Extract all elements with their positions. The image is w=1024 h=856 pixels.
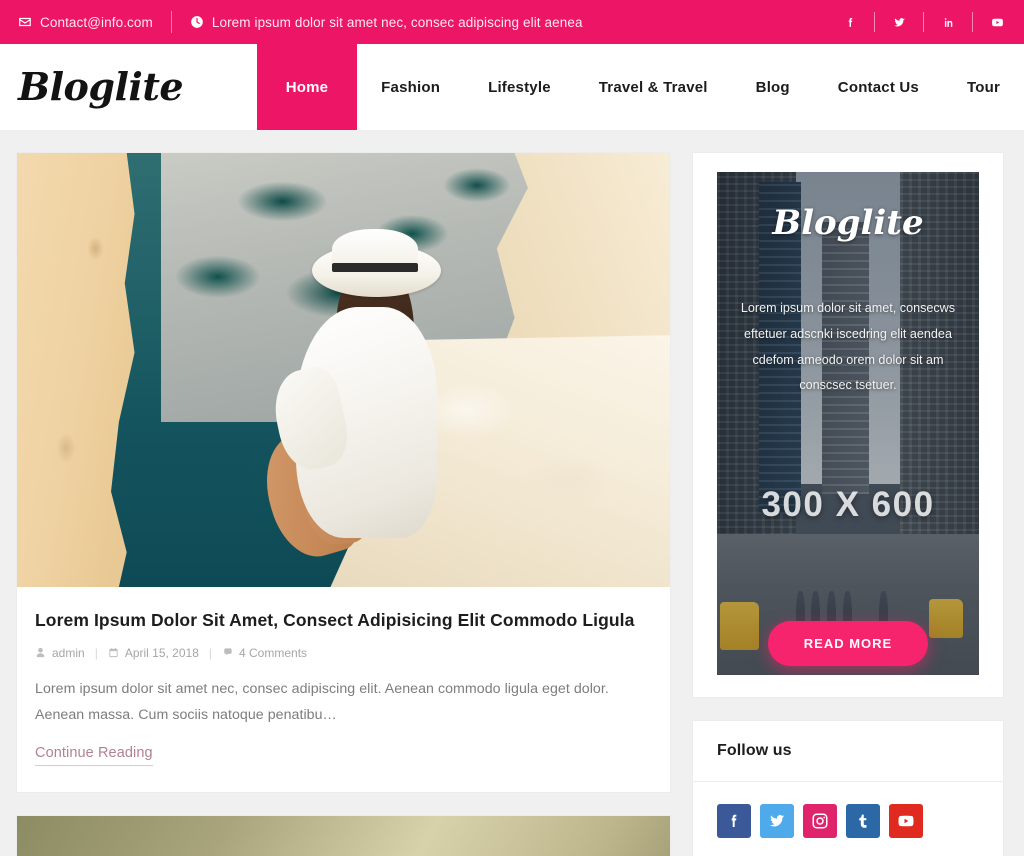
ad-logo: Bloglite <box>772 203 924 243</box>
nav-item-blog[interactable]: Blog <box>732 44 814 130</box>
follow-us-header: Follow us <box>693 721 1003 782</box>
topbar-social-divider <box>923 12 924 32</box>
follow-us-widget: Follow us <box>692 720 1004 856</box>
linkedin-icon <box>944 17 952 27</box>
social-buttons <box>717 804 979 838</box>
nav-item-fashion[interactable]: Fashion <box>357 44 464 130</box>
post-title[interactable]: Lorem Ipsum Dolor Sit Amet, Consect Adip… <box>35 609 652 633</box>
nav-item-tour[interactable]: Tour <box>943 44 1024 130</box>
follow-us-body <box>693 782 1003 856</box>
page-body: Lorem Ipsum Dolor Sit Amet, Consect Adip… <box>0 130 1024 856</box>
ad-text: Lorem ipsum dolor sit amet, consecws eft… <box>740 301 956 393</box>
ad-size-label: 300 X 600 <box>761 485 935 525</box>
post-featured-image[interactable] <box>17 153 670 587</box>
facebook-icon <box>731 814 737 827</box>
facebook-icon <box>848 17 852 27</box>
instagram-icon <box>812 813 828 829</box>
follow-twitter-button[interactable] <box>760 804 794 838</box>
twitter-icon <box>893 17 905 26</box>
post-author[interactable]: admin <box>35 646 85 660</box>
topbar-youtube-link[interactable] <box>984 16 1010 29</box>
envelope-icon <box>18 15 32 29</box>
ad-widget: Bloglite Lorem ipsum dolor sit amet, con… <box>692 152 1004 698</box>
twitter-icon <box>769 815 785 827</box>
clock-icon <box>190 15 204 29</box>
post-meta: admin | April 15, 2018 | 4 Comments <box>35 646 652 660</box>
meta-separator: | <box>94 645 98 660</box>
nav-item-contact-us[interactable]: Contact Us <box>814 44 943 130</box>
continue-reading-link[interactable]: Continue Reading <box>35 745 153 767</box>
topbar-linkedin-link[interactable] <box>935 16 961 29</box>
hero-photo <box>17 153 670 587</box>
hat-band-shape <box>331 263 418 272</box>
youtube-icon <box>991 18 1003 26</box>
contact-email[interactable]: Contact@info.com <box>18 15 153 30</box>
top-bar: Contact@info.com Lorem ipsum dolor sit a… <box>0 0 1024 44</box>
post-card-next <box>16 815 671 856</box>
topbar-twitter-link[interactable] <box>886 16 912 29</box>
nav-item-travel[interactable]: Travel & Travel <box>575 44 732 130</box>
nav-item-home[interactable]: Home <box>256 44 358 130</box>
sidebar: Bloglite Lorem ipsum dolor sit amet, con… <box>692 152 1004 856</box>
follow-instagram-button[interactable] <box>803 804 837 838</box>
top-bar-left: Contact@info.com Lorem ipsum dolor sit a… <box>18 11 837 33</box>
follow-tumblr-button[interactable] <box>846 804 880 838</box>
tumblr-icon <box>859 814 867 828</box>
read-more-button[interactable]: READ MORE <box>767 621 929 667</box>
topbar-notice: Lorem ipsum dolor sit amet nec, consec a… <box>190 15 583 30</box>
topbar-facebook-link[interactable] <box>837 16 863 29</box>
calendar-icon <box>108 647 119 658</box>
main-navigation: Home Fashion Lifestyle Travel & Travel B… <box>256 44 1024 130</box>
meta-separator: | <box>208 645 212 660</box>
post-comments[interactable]: 4 Comments <box>222 646 307 660</box>
ad-banner[interactable]: Bloglite Lorem ipsum dolor sit amet, con… <box>717 172 979 675</box>
post-body: Lorem Ipsum Dolor Sit Amet, Consect Adip… <box>17 587 670 792</box>
post-excerpt: Lorem ipsum dolor sit amet nec, consec a… <box>35 680 609 723</box>
site-header: Bloglite Home Fashion Lifestyle Travel &… <box>0 44 1024 130</box>
nav-item-lifestyle[interactable]: Lifestyle <box>464 44 575 130</box>
follow-us-title: Follow us <box>717 742 792 759</box>
post-date-text: April 15, 2018 <box>124 645 199 660</box>
woman-figure <box>253 228 461 566</box>
user-icon <box>35 647 46 658</box>
site-logo[interactable]: Bloglite <box>18 68 184 106</box>
topbar-social-divider <box>972 12 973 32</box>
top-bar-socials <box>837 12 1010 32</box>
main-content: Lorem Ipsum Dolor Sit Amet, Consect Adip… <box>16 152 671 856</box>
post-comments-count: 4 Comments <box>239 645 308 660</box>
topbar-divider <box>170 11 172 33</box>
comment-icon <box>222 647 233 658</box>
youtube-icon <box>898 815 914 827</box>
topbar-notice-text: Lorem ipsum dolor sit amet nec, consec a… <box>211 14 583 30</box>
post-featured-image-next[interactable] <box>17 816 670 856</box>
post-card: Lorem Ipsum Dolor Sit Amet, Consect Adip… <box>16 152 671 794</box>
logo-area[interactable]: Bloglite <box>0 44 257 130</box>
topbar-social-divider <box>874 12 875 32</box>
follow-facebook-button[interactable] <box>717 804 751 838</box>
ad-content: Bloglite Lorem ipsum dolor sit amet, con… <box>717 172 979 675</box>
contact-email-text: Contact@info.com <box>40 14 153 30</box>
post-author-name: admin <box>52 645 85 660</box>
post-date: April 15, 2018 <box>108 646 199 660</box>
follow-youtube-button[interactable] <box>889 804 923 838</box>
